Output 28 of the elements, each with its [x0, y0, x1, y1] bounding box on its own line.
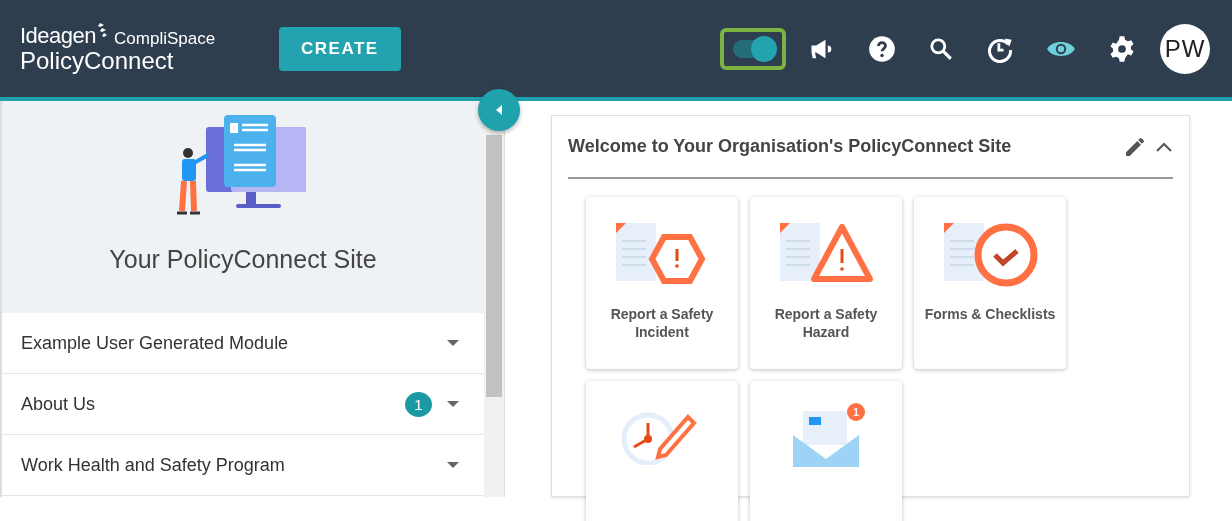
panel-title: Welcome to Your Organisation's PolicyConnect Site	[568, 136, 1013, 157]
settings-icon[interactable]	[1108, 34, 1136, 63]
module-item[interactable]: About Us 1	[2, 374, 484, 435]
caret-icon[interactable]	[446, 339, 460, 347]
tile-label: Forms & Checklists	[923, 305, 1057, 323]
search-icon[interactable]	[928, 35, 954, 62]
shortcut-tile[interactable]	[586, 381, 738, 521]
scrollbar-thumb[interactable]	[486, 135, 502, 397]
tile-label: Report a Safety Hazard	[773, 305, 879, 341]
module-label: Example User Generated Module	[21, 332, 290, 354]
shortcut-tile[interactable]: Forms & Checklists	[914, 197, 1066, 369]
count-badge: 1	[405, 391, 432, 417]
tile-label: Report a Safety Incident	[609, 305, 715, 341]
module-label: About Us	[21, 393, 97, 415]
shortcut-tile[interactable]: Report a Safety Hazard	[750, 197, 902, 369]
toggle-switch[interactable]	[720, 27, 786, 70]
caret-left-icon	[495, 105, 503, 115]
notification-badge: 1	[847, 403, 865, 421]
app-logo[interactable]: Ideagen CompliSpace PolicyConnect	[20, 22, 240, 75]
chevron-icon[interactable]	[1155, 140, 1173, 153]
caret-icon[interactable]	[446, 461, 460, 469]
caret-icon[interactable]	[446, 400, 460, 408]
user-avatar[interactable]: PW	[1160, 23, 1210, 74]
site-title: Your PolicyConnect Site	[109, 245, 377, 274]
envelope-icon	[791, 409, 861, 469]
module-label: Work Health and Safety Program	[21, 454, 286, 476]
shortcut-tile[interactable]: Report a Safety Incident	[586, 197, 738, 369]
help-icon[interactable]	[868, 34, 896, 63]
